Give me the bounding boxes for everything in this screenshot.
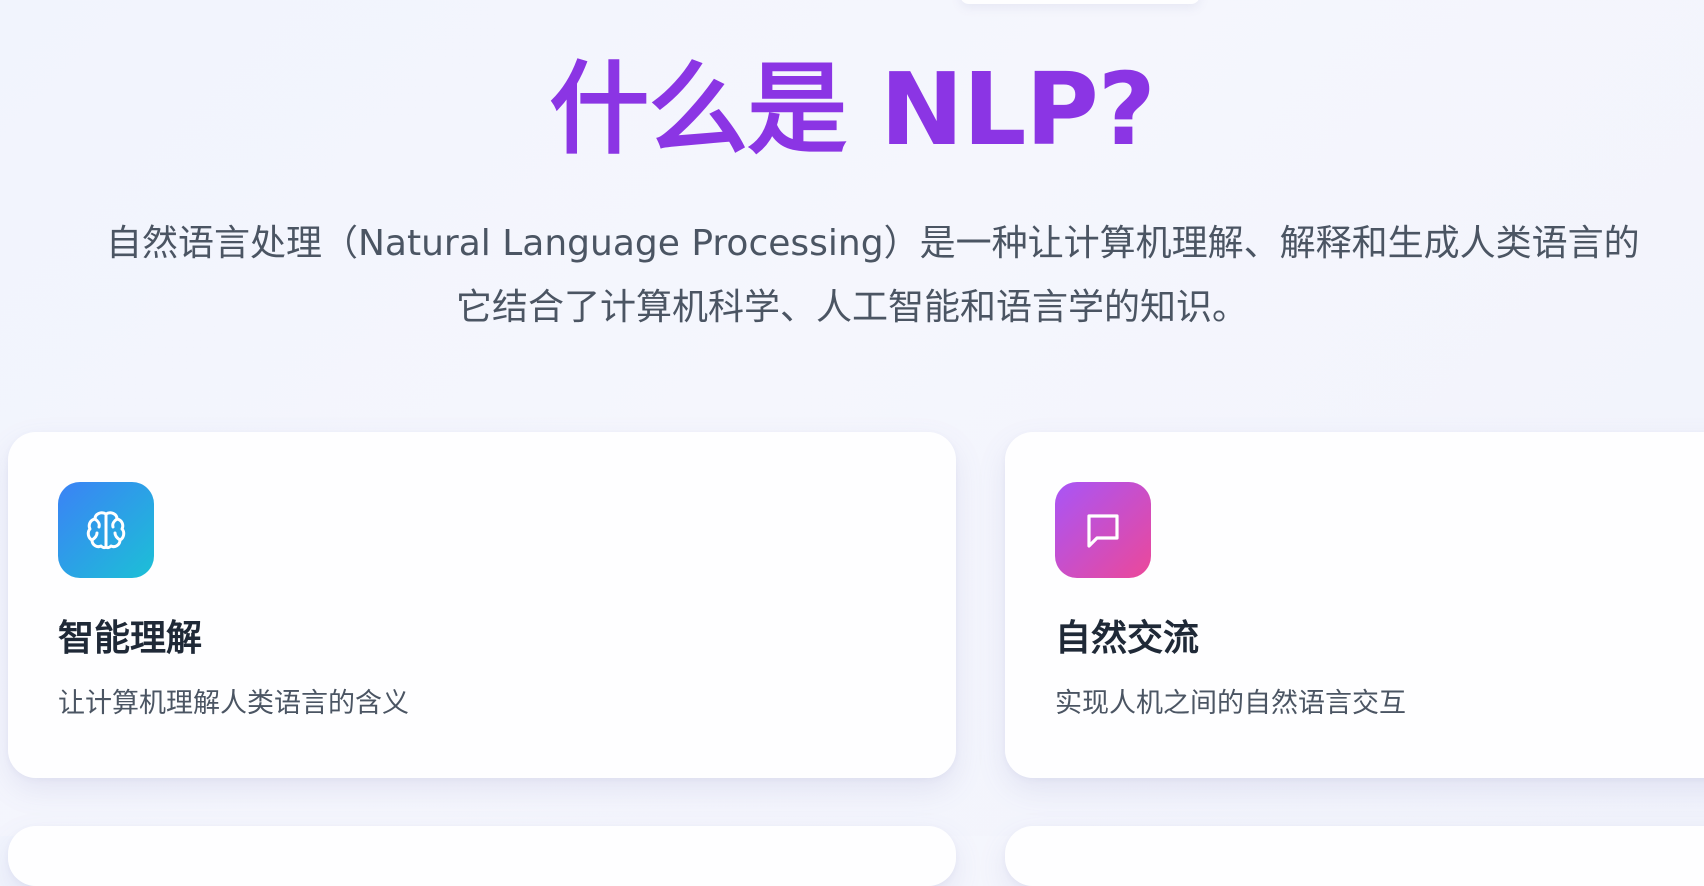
brain-icon <box>58 482 154 578</box>
intro-line-1: 自然语言处理（Natural Language Processing）是一种让计… <box>106 223 1640 264</box>
top-panel-edge <box>960 0 1200 4</box>
card-title: 智能理解 <box>58 618 203 659</box>
chat-bubble-icon <box>1055 482 1151 578</box>
feature-card-understanding: 智能理解 让计算机理解人类语言的含义 <box>8 432 956 778</box>
card-title: 自然交流 <box>1055 618 1200 659</box>
feature-card-communication: 自然交流 实现人机之间的自然语言交互 <box>1005 432 1704 778</box>
feature-card-partial <box>8 826 956 886</box>
page-title: 什么是 NLP? <box>549 51 1156 168</box>
card-description: 实现人机之间的自然语言交互 <box>1055 688 1406 719</box>
feature-card-partial <box>1005 826 1704 886</box>
intro-line-2: 它结合了计算机科学、人工智能和语言学的知识。 <box>455 287 1248 328</box>
card-description: 让计算机理解人类语言的含义 <box>58 688 409 719</box>
intro-paragraph: 自然语言处理（Natural Language Processing）是一种让计… <box>0 212 1704 340</box>
